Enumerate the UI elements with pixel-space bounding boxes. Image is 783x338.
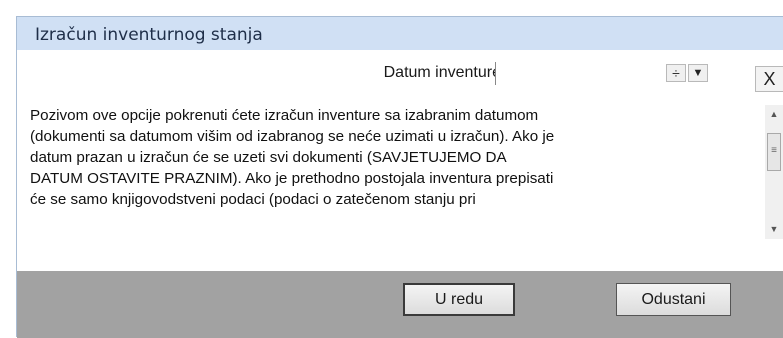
window-title: Izračun inventurnog stanja — [35, 25, 263, 45]
dropdown-arrow-icon[interactable]: ▼ — [688, 64, 708, 82]
date-label: Datum inventure — [383, 64, 501, 81]
dialog-window: Izračun inventurnog stanja Datum inventu… — [16, 16, 783, 338]
vertical-scrollbar[interactable]: ▲ ≡ ▼ — [765, 105, 783, 239]
cancel-button[interactable]: Odustani — [616, 283, 731, 316]
spin-button[interactable]: ÷ — [666, 64, 686, 82]
button-bar: U redu Odustani — [17, 271, 783, 338]
scroll-down-arrow-icon[interactable]: ▼ — [765, 220, 783, 238]
description-box[interactable]: Pozivom ove opcije pokrenuti ćete izraču… — [17, 105, 765, 271]
ok-button[interactable]: U redu — [403, 283, 515, 316]
dialog-client-area: Datum inventure ÷ ▼ X Pozivom ove opcije… — [17, 50, 783, 338]
scroll-thumb[interactable]: ≡ — [767, 133, 781, 171]
form-area: Datum inventure ÷ ▼ X Pozivom ove opcije… — [17, 50, 783, 271]
date-input[interactable] — [504, 62, 654, 84]
scroll-up-arrow-icon[interactable]: ▲ — [765, 105, 783, 123]
close-button[interactable]: X — [755, 66, 783, 92]
date-picker[interactable]: ÷ ▼ — [495, 62, 750, 85]
description-text: Pozivom ove opcije pokrenuti ćete izraču… — [30, 107, 555, 208]
title-bar[interactable]: Izračun inventurnog stanja — [17, 17, 783, 50]
